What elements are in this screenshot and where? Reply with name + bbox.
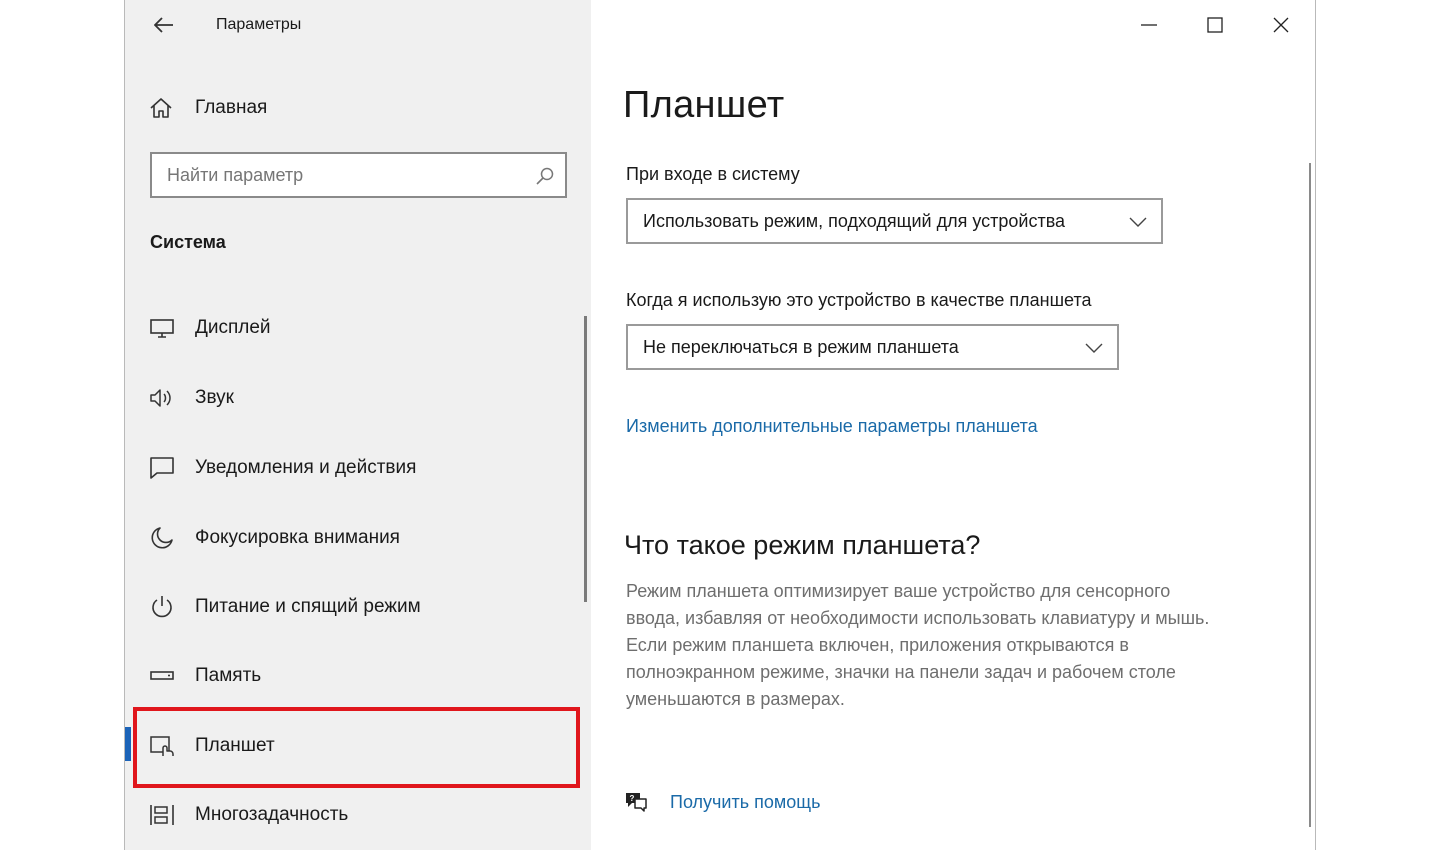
home-link[interactable]: Главная — [149, 90, 267, 126]
chevron-down-icon — [1129, 217, 1147, 227]
close-button[interactable] — [1258, 8, 1304, 42]
focus-assist-icon — [149, 525, 175, 551]
display-icon — [149, 315, 175, 341]
signin-label: При входе в систему — [626, 164, 800, 184]
sidebar-scrollbar[interactable] — [584, 316, 587, 602]
notifications-icon — [149, 455, 175, 481]
storage-icon — [149, 663, 175, 689]
sidebar-item-display[interactable]: Дисплей — [125, 300, 591, 356]
power-icon — [149, 594, 175, 620]
sidebar-item-sound[interactable]: Звук — [125, 370, 591, 426]
sidebar-item-label: Питание и спящий режим — [195, 596, 421, 617]
app-title: Параметры — [216, 16, 302, 33]
multitasking-icon — [149, 802, 175, 828]
svg-text:?: ? — [630, 794, 635, 803]
sidebar-item-label: Уведомления и действия — [195, 457, 417, 478]
sidebar-item-notifications[interactable]: Уведомления и действия — [125, 440, 591, 496]
about-line: ввода, избавляя от необходимости использ… — [626, 608, 1210, 628]
tablet-use-dropdown[interactable]: Не переключаться в режим планшета — [626, 324, 1119, 370]
content-pane: Планшет При входе в систему Использовать… — [591, 0, 1315, 850]
about-text: Режим планшета оптимизирует ваше устройс… — [626, 578, 1296, 713]
sidebar-item-storage[interactable]: Память — [125, 648, 591, 704]
back-button[interactable] — [149, 10, 179, 40]
get-help-label: Получить помощь — [670, 791, 821, 812]
search-placeholder: Найти параметр — [167, 165, 304, 185]
sidebar: Параметры Главная Найти параметр Система… — [125, 0, 591, 850]
about-line: Режим планшета оптимизирует ваше устройс… — [626, 581, 1171, 601]
maximize-button[interactable] — [1192, 8, 1238, 42]
signin-mode-dropdown[interactable]: Использовать режим, подходящий для устро… — [626, 198, 1163, 244]
minimize-icon — [1141, 24, 1157, 26]
search-icon — [536, 167, 554, 185]
about-line: полноэкранном режиме, значки на панели з… — [626, 662, 1176, 682]
sidebar-item-label: Фокусировка внимания — [195, 527, 400, 548]
sidebar-item-label: Звук — [195, 387, 234, 408]
highlight-box — [133, 707, 580, 788]
sound-icon — [149, 385, 175, 411]
maximize-icon — [1207, 17, 1223, 33]
sidebar-item-label: Многозадачность — [195, 804, 349, 825]
settings-window: Параметры Главная Найти параметр Система… — [124, 0, 1316, 850]
back-arrow-icon — [154, 17, 173, 33]
page-title: Планшет — [623, 84, 785, 126]
signin-mode-value: Использовать режим, подходящий для устро… — [643, 211, 1066, 231]
about-line: уменьшаются в размерах. — [626, 689, 845, 709]
close-icon — [1273, 17, 1289, 33]
sidebar-item-multitasking[interactable]: Многозадачность — [125, 787, 591, 843]
sidebar-item-label: Дисплей — [195, 317, 271, 338]
sidebar-item-power[interactable]: Питание и спящий режим — [125, 579, 591, 635]
tablet-use-value: Не переключаться в режим планшета — [643, 337, 959, 357]
get-help-link[interactable]: ? Получить помощь — [623, 790, 820, 814]
tablet-use-label: Когда я использую это устройство в качес… — [626, 290, 1092, 310]
chevron-down-icon — [1085, 343, 1103, 353]
section-title: Система — [150, 232, 226, 252]
home-icon — [150, 98, 172, 118]
about-line: Если режим планшета включен, приложения … — [626, 635, 1129, 655]
minimize-button[interactable] — [1126, 8, 1172, 42]
sidebar-item-label: Память — [195, 665, 262, 686]
help-chat-icon: ? — [626, 793, 647, 812]
home-label: Главная — [195, 97, 268, 118]
search-input[interactable]: Найти параметр — [150, 152, 567, 198]
sidebar-item-focus-assist[interactable]: Фокусировка внимания — [125, 510, 591, 566]
additional-settings-link[interactable]: Изменить дополнительные параметры планше… — [626, 416, 1038, 437]
about-title: Что такое режим планшета? — [624, 530, 981, 560]
content-scrollbar[interactable] — [1309, 163, 1311, 827]
